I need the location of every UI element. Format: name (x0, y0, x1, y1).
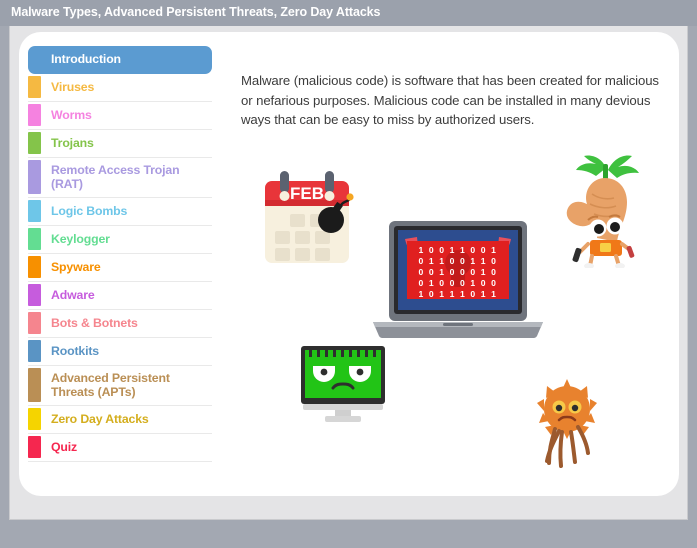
sidebar-item-rootkits[interactable]: Rootkits (28, 338, 212, 366)
sidebar-item-color-swatch (28, 312, 41, 334)
sidebar-item-zero-day-attacks[interactable]: Zero Day Attacks (28, 406, 212, 434)
sidebar-item-introduction[interactable]: Introduction (28, 46, 212, 74)
sidebar-item-logic-bombs[interactable]: Logic Bombs (28, 198, 212, 226)
sidebar-item-color-swatch (28, 436, 41, 458)
binary-row: 1 0 1 1 1 0 1 1 (419, 289, 498, 299)
sidebar-item-label: Advanced Persistent Threats (APTs) (51, 371, 170, 399)
sidebar-item-bots-botnets[interactable]: Bots & Botnets (28, 310, 212, 338)
binary-row: 0 1 1 0 0 1 1 0 (419, 256, 498, 266)
sidebar-item-spyware[interactable]: Spyware (28, 254, 212, 282)
carrot-character-icon (552, 140, 656, 273)
sidebar-item-label: Logic Bombs (51, 203, 128, 218)
sidebar-item-viruses[interactable]: Viruses (28, 74, 212, 102)
sidebar-item-color-swatch (28, 160, 41, 194)
sidebar-item-advanced-persistent-threats-apts[interactable]: Advanced Persistent Threats (APTs) (28, 366, 212, 406)
sidebar-item-adware[interactable]: Adware (28, 282, 212, 310)
sidebar-item-color-swatch (28, 368, 41, 402)
laptop-binary-icon: 1 0 0 1 1 0 0 1 0 1 1 0 0 1 1 0 0 0 1 0 … (367, 217, 549, 354)
sidebar-item-color-swatch (28, 408, 41, 430)
sidebar-item-color-swatch (28, 340, 41, 362)
sidebar-item-keylogger[interactable]: Keylogger (28, 226, 212, 254)
sidebar-item-quiz[interactable]: Quiz (28, 434, 212, 462)
sidebar-item-color-swatch (28, 284, 41, 306)
title-bar: Malware Types, Advanced Persistent Threa… (0, 0, 697, 26)
sidebar-item-label: Keylogger (51, 231, 110, 246)
illustration-group: FEB 1 0 0 1 1 0 0 1 0 1 1 0 0 1 1 0 0 0 … (212, 32, 679, 496)
sidebar-item-color-swatch (28, 200, 41, 222)
sidebar-item-color-swatch (28, 104, 41, 126)
monster-monitor-icon (297, 342, 389, 429)
binary-row: 0 1 0 0 0 1 0 0 (419, 278, 498, 288)
window-title: Malware Types, Advanced Persistent Threa… (11, 5, 381, 19)
content-panel: Introduction Viruses Worms Trojans Remote Ac… (9, 26, 688, 520)
sidebar-item-color-swatch (28, 76, 41, 98)
sidebar-item-label: Introduction (51, 52, 121, 67)
sidebar-item-color-swatch (28, 228, 41, 250)
binary-row: 0 0 1 0 0 0 1 0 (419, 267, 498, 277)
app-window: Malware Types, Advanced Persistent Threa… (0, 0, 697, 548)
sidebar-item-label: Remote Access Trojan (RAT) (51, 163, 180, 191)
sidebar-item-color-swatch (28, 132, 41, 154)
sidebar-item-worms[interactable]: Worms (28, 102, 212, 130)
binary-row: 1 0 0 1 1 0 0 1 (419, 245, 498, 255)
lesson-navigation-sidebar: Introduction Viruses Worms Trojans Remote Ac… (28, 46, 212, 462)
calendar-month-label: FEB (290, 184, 324, 203)
sidebar-item-trojans[interactable]: Trojans (28, 130, 212, 158)
sidebar-item-label: Zero Day Attacks (51, 411, 149, 426)
sidebar-item-color-swatch (28, 256, 41, 278)
calendar-bomb-icon: FEB (259, 167, 355, 274)
germ-character-icon (529, 377, 605, 482)
lesson-card: Introduction Viruses Worms Trojans Remote Ac… (19, 32, 679, 496)
sidebar-item-remote-access-trojan-rat[interactable]: Remote Access Trojan (RAT) (28, 158, 212, 198)
sidebar-item-label: Bots & Botnets (51, 315, 138, 330)
